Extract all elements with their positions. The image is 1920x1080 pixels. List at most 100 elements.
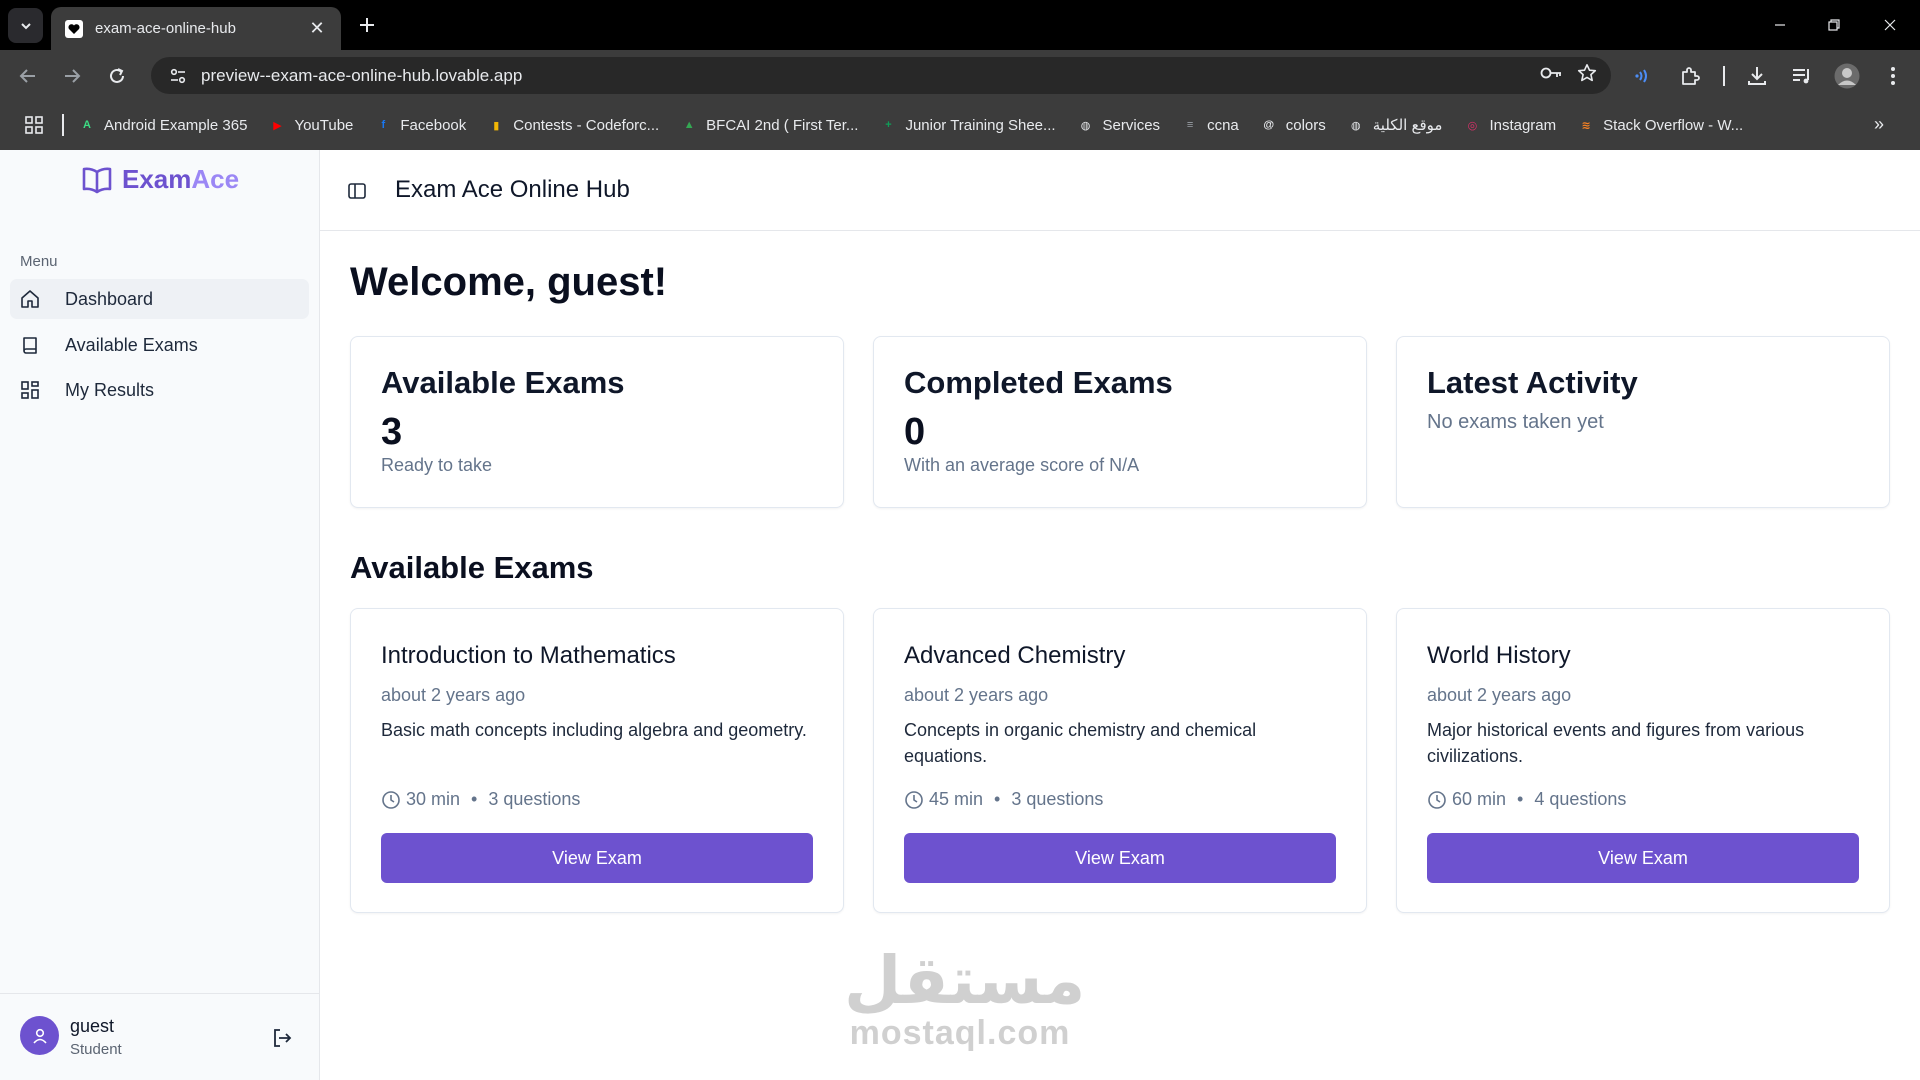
url-text[interactable]: preview--exam-ace-online-hub.lovable.app: [201, 66, 1539, 86]
stat-title: Available Exams: [381, 365, 625, 400]
bookmark-item[interactable]: + Junior Training Shee...: [879, 116, 1055, 134]
minimize-button[interactable]: [1752, 0, 1808, 50]
sidebar-item-label: Available Exams: [65, 334, 198, 355]
bookmark-item[interactable]: ◎ Instagram: [1463, 116, 1557, 134]
brand-name-part2: Ace: [191, 164, 240, 194]
exam-meta: 45 min • 3 questions: [904, 789, 1103, 810]
panel-left-icon: [348, 183, 366, 199]
toolbar-divider: [1723, 66, 1725, 86]
site-settings-icon[interactable]: [159, 57, 197, 94]
reload-button[interactable]: [101, 60, 133, 92]
meta-separator: •: [994, 789, 1001, 809]
exam-duration: 45 min: [929, 789, 984, 809]
view-exam-button[interactable]: View Exam: [381, 833, 813, 883]
view-exam-button[interactable]: View Exam: [1427, 833, 1859, 883]
bookmark-item[interactable]: ▮ Contests - Codeforc...: [487, 116, 659, 134]
browser-menu-icon[interactable]: [1877, 60, 1909, 92]
open-book-icon: [82, 167, 112, 193]
sidebar-item-available-exams[interactable]: Available Exams: [10, 325, 309, 365]
stat-value: 0: [904, 411, 926, 453]
more-bookmarks-icon[interactable]: »: [1874, 114, 1884, 135]
exam-card: Introduction to Mathematics about 2 year…: [350, 608, 844, 913]
book-icon: [20, 335, 40, 355]
bookmark-item[interactable]: ▶ YouTube: [268, 116, 353, 134]
forward-button[interactable]: [56, 60, 88, 92]
bookmark-item[interactable]: A Android Example 365: [78, 116, 247, 134]
tab-search-button[interactable]: [8, 8, 43, 43]
bookmark-label: Stack Overflow - W...: [1603, 116, 1744, 134]
menu-label: Menu: [20, 253, 58, 270]
exam-title: World History: [1427, 642, 1571, 669]
new-tab-button[interactable]: [352, 10, 382, 40]
exam-description: Major historical events and figures from…: [1427, 720, 1805, 766]
exam-description: Basic math concepts including algebra an…: [381, 720, 807, 740]
bookmark-label: Junior Training Shee...: [905, 116, 1056, 134]
brand-name-part1: Exam: [122, 164, 192, 194]
bookmark-label: Services: [1102, 116, 1161, 134]
browser-tab-active[interactable]: exam-ace-online-hub ✕: [51, 7, 341, 50]
stat-subtitle: No exams taken yet: [1427, 411, 1604, 433]
password-key-icon[interactable]: [1539, 64, 1563, 87]
youtube-icon: ▶: [273, 119, 282, 132]
watermark: مستقل mostaql.com: [844, 945, 1085, 1052]
avatar[interactable]: [20, 1016, 59, 1055]
profile-avatar-icon[interactable]: [1831, 60, 1863, 92]
stat-value: 3: [381, 411, 403, 453]
clock-icon: [1428, 790, 1446, 809]
page-title: Exam Ace Online Hub: [395, 176, 630, 203]
bookmark-item[interactable]: ◍ Services: [1077, 116, 1161, 134]
close-icon: [1884, 19, 1896, 31]
codeforces-icon: ▮: [493, 119, 500, 132]
bookmarks-divider: [62, 114, 64, 136]
downloads-icon[interactable]: [1741, 60, 1773, 92]
cisco-icon: ≡: [1186, 119, 1194, 131]
user-role: Student: [70, 1041, 122, 1058]
bookmark-star-icon[interactable]: [1577, 63, 1597, 88]
media-controls-icon[interactable]: [1786, 60, 1818, 92]
logout-icon: [274, 1029, 292, 1047]
exam-question-count: 4 questions: [1534, 789, 1627, 809]
instagram-icon: ◎: [1467, 119, 1478, 132]
bookmark-label: موقع الكلية: [1372, 117, 1443, 134]
bookmark-item[interactable]: ≡ ccna: [1181, 116, 1239, 134]
apps-grid-icon[interactable]: [20, 111, 48, 139]
stat-title: Completed Exams: [904, 365, 1173, 400]
logout-button[interactable]: [270, 1026, 294, 1050]
exam-description: Concepts in organic chemistry and chemic…: [904, 720, 1257, 766]
extension-wave-icon[interactable]: [1628, 60, 1660, 92]
stat-subtitle: With an average score of N/A: [904, 455, 1140, 475]
exam-meta: 30 min • 3 questions: [381, 789, 580, 810]
bookmark-item[interactable]: ≋ Stack Overflow - W...: [1577, 116, 1744, 134]
extensions-puzzle-icon[interactable]: [1674, 60, 1706, 92]
bookmark-item[interactable]: @ colors: [1260, 116, 1325, 134]
exam-title: Introduction to Mathematics: [381, 642, 676, 669]
restore-button[interactable]: [1806, 0, 1862, 50]
address-bar[interactable]: preview--exam-ace-online-hub.lovable.app: [151, 57, 1611, 94]
sidebar-item-label: My Results: [65, 379, 155, 400]
chevron-down-icon: [20, 22, 31, 29]
android-icon: A: [83, 119, 91, 131]
sidebar-item-dashboard[interactable]: Dashboard: [10, 279, 309, 319]
bookmark-item[interactable]: ▲ BFCAI 2nd ( First Ter...: [680, 116, 859, 134]
stat-card-completed: Completed Exams 0 With an average score …: [873, 336, 1367, 508]
sheets-icon: +: [885, 119, 892, 131]
user-profile: guest Student: [0, 993, 319, 1080]
bookmark-item[interactable]: ◍ موقع الكلية: [1347, 116, 1443, 134]
facebook-icon: f: [381, 119, 386, 131]
sidebar-toggle-button[interactable]: [346, 180, 368, 202]
close-window-button[interactable]: [1862, 0, 1918, 50]
sidebar-item-my-results[interactable]: My Results: [10, 370, 309, 410]
clock-icon: [382, 790, 400, 809]
view-exam-button[interactable]: View Exam: [904, 833, 1336, 883]
exam-title: Advanced Chemistry: [904, 642, 1126, 669]
brand-logo[interactable]: ExamAce: [82, 164, 239, 195]
arrow-right-icon: [65, 69, 81, 83]
heart-favicon-icon: [65, 19, 83, 38]
bookmark-label: BFCAI 2nd ( First Ter...: [706, 116, 859, 134]
back-button[interactable]: [12, 60, 44, 92]
watermark-latin: mostaql.com: [849, 1014, 1071, 1052]
bookmark-item[interactable]: f Facebook: [374, 116, 467, 134]
stat-title: Latest Activity: [1427, 365, 1638, 400]
tab-close-icon[interactable]: ✕: [307, 18, 327, 39]
globe-icon: ◍: [1080, 119, 1091, 132]
